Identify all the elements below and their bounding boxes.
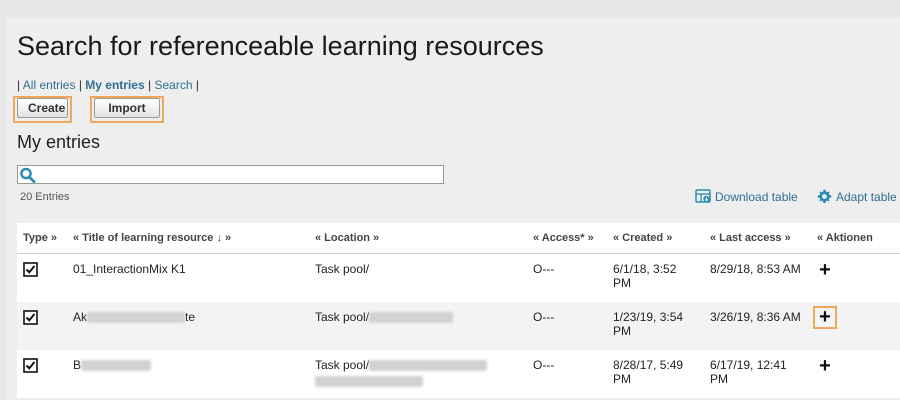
location-cell: Task pool/ [309, 253, 527, 302]
table-header-row: Type » « Title of learning resource ↓ » … [17, 223, 900, 254]
col-actions-header: « Aktionen [811, 223, 900, 254]
add-icon[interactable]: + [817, 307, 833, 327]
created-cell: 6/1/18, 3:52 PM [607, 253, 704, 302]
redacted-text [87, 312, 186, 324]
col-location-header[interactable]: « Location » [309, 223, 527, 254]
gear-icon [817, 189, 832, 204]
search-icon[interactable] [19, 167, 36, 183]
title-cell[interactable]: 01_InteractionMix K1 [67, 253, 309, 302]
type-cell [17, 350, 67, 398]
col-last-access-header[interactable]: « Last access » [704, 223, 811, 254]
col-title-header[interactable]: « Title of learning resource ↓ » [67, 223, 309, 254]
created-cell: 8/28/17, 5:49 PM [607, 350, 704, 398]
add-icon[interactable]: + [817, 356, 833, 376]
actions-cell: + [811, 350, 900, 398]
download-table-icon [695, 189, 711, 203]
section-title: My entries [17, 132, 101, 152]
last-access-cell: 3/26/19, 8:36 AM [704, 302, 811, 350]
location-cell: Task pool/ [309, 350, 527, 398]
download-table-label: Download table [715, 189, 798, 204]
page-title: Search for referenceable learning resour… [17, 31, 544, 61]
redacted-text [369, 360, 488, 372]
col-type-header[interactable]: Type » [17, 223, 67, 254]
location-cell: Task pool/ [309, 302, 527, 350]
col-access-header[interactable]: « Access* » [527, 223, 607, 254]
adapt-table-link[interactable]: Adapt table [817, 189, 897, 204]
main-panel: Search for referenceable learning resour… [6, 17, 900, 400]
table-row: Ak te Task pool/ O--- 1/23/19, 3:54 PM 3/2… [17, 302, 900, 350]
create-button[interactable]: Create [17, 98, 68, 118]
search-input[interactable] [38, 166, 442, 185]
redacted-text [369, 312, 454, 324]
adapt-table-label: Adapt table [836, 189, 897, 204]
title-cell[interactable]: B [67, 350, 309, 398]
test-type-icon [23, 310, 38, 325]
type-cell [17, 253, 67, 302]
type-cell [17, 302, 67, 350]
actions-cell: + [811, 302, 900, 350]
last-access-cell: 8/29/18, 8:53 AM [704, 253, 811, 302]
col-created-header[interactable]: « Created » [607, 223, 704, 254]
table-row: 01_InteractionMix K1 Task pool/ O--- 6/1… [17, 253, 900, 302]
all-entries-link[interactable]: All entries [23, 78, 76, 92]
add-highlight: + [813, 306, 837, 329]
redacted-text [315, 376, 423, 388]
access-cell: O--- [527, 302, 607, 350]
my-entries-link[interactable]: My entries [85, 78, 144, 92]
created-cell: 1/23/19, 3:54 PM [607, 302, 704, 350]
actions-cell: + [811, 253, 900, 302]
subnav: | All entries | My entries | Search | [17, 78, 199, 92]
title-cell[interactable]: Ak te [67, 302, 309, 350]
search-link[interactable]: Search [154, 78, 192, 92]
redacted-text [81, 360, 152, 372]
test-type-icon [23, 262, 38, 277]
table-row: B Task pool/ O--- 8/28/17, 5:49 PM 6/17/1… [17, 350, 900, 398]
search-box[interactable] [17, 165, 444, 185]
download-table-link[interactable]: Download table [695, 189, 798, 204]
last-access-cell: 6/17/19, 12:41 PM [704, 350, 811, 398]
test-type-icon [23, 358, 38, 373]
access-cell: O--- [527, 350, 607, 398]
entries-table: Type » « Title of learning resource ↓ » … [17, 223, 900, 398]
access-cell: O--- [527, 253, 607, 302]
import-button[interactable]: Import [94, 98, 160, 118]
entries-count: 20 Entries [20, 191, 70, 203]
add-icon[interactable]: + [817, 260, 833, 280]
